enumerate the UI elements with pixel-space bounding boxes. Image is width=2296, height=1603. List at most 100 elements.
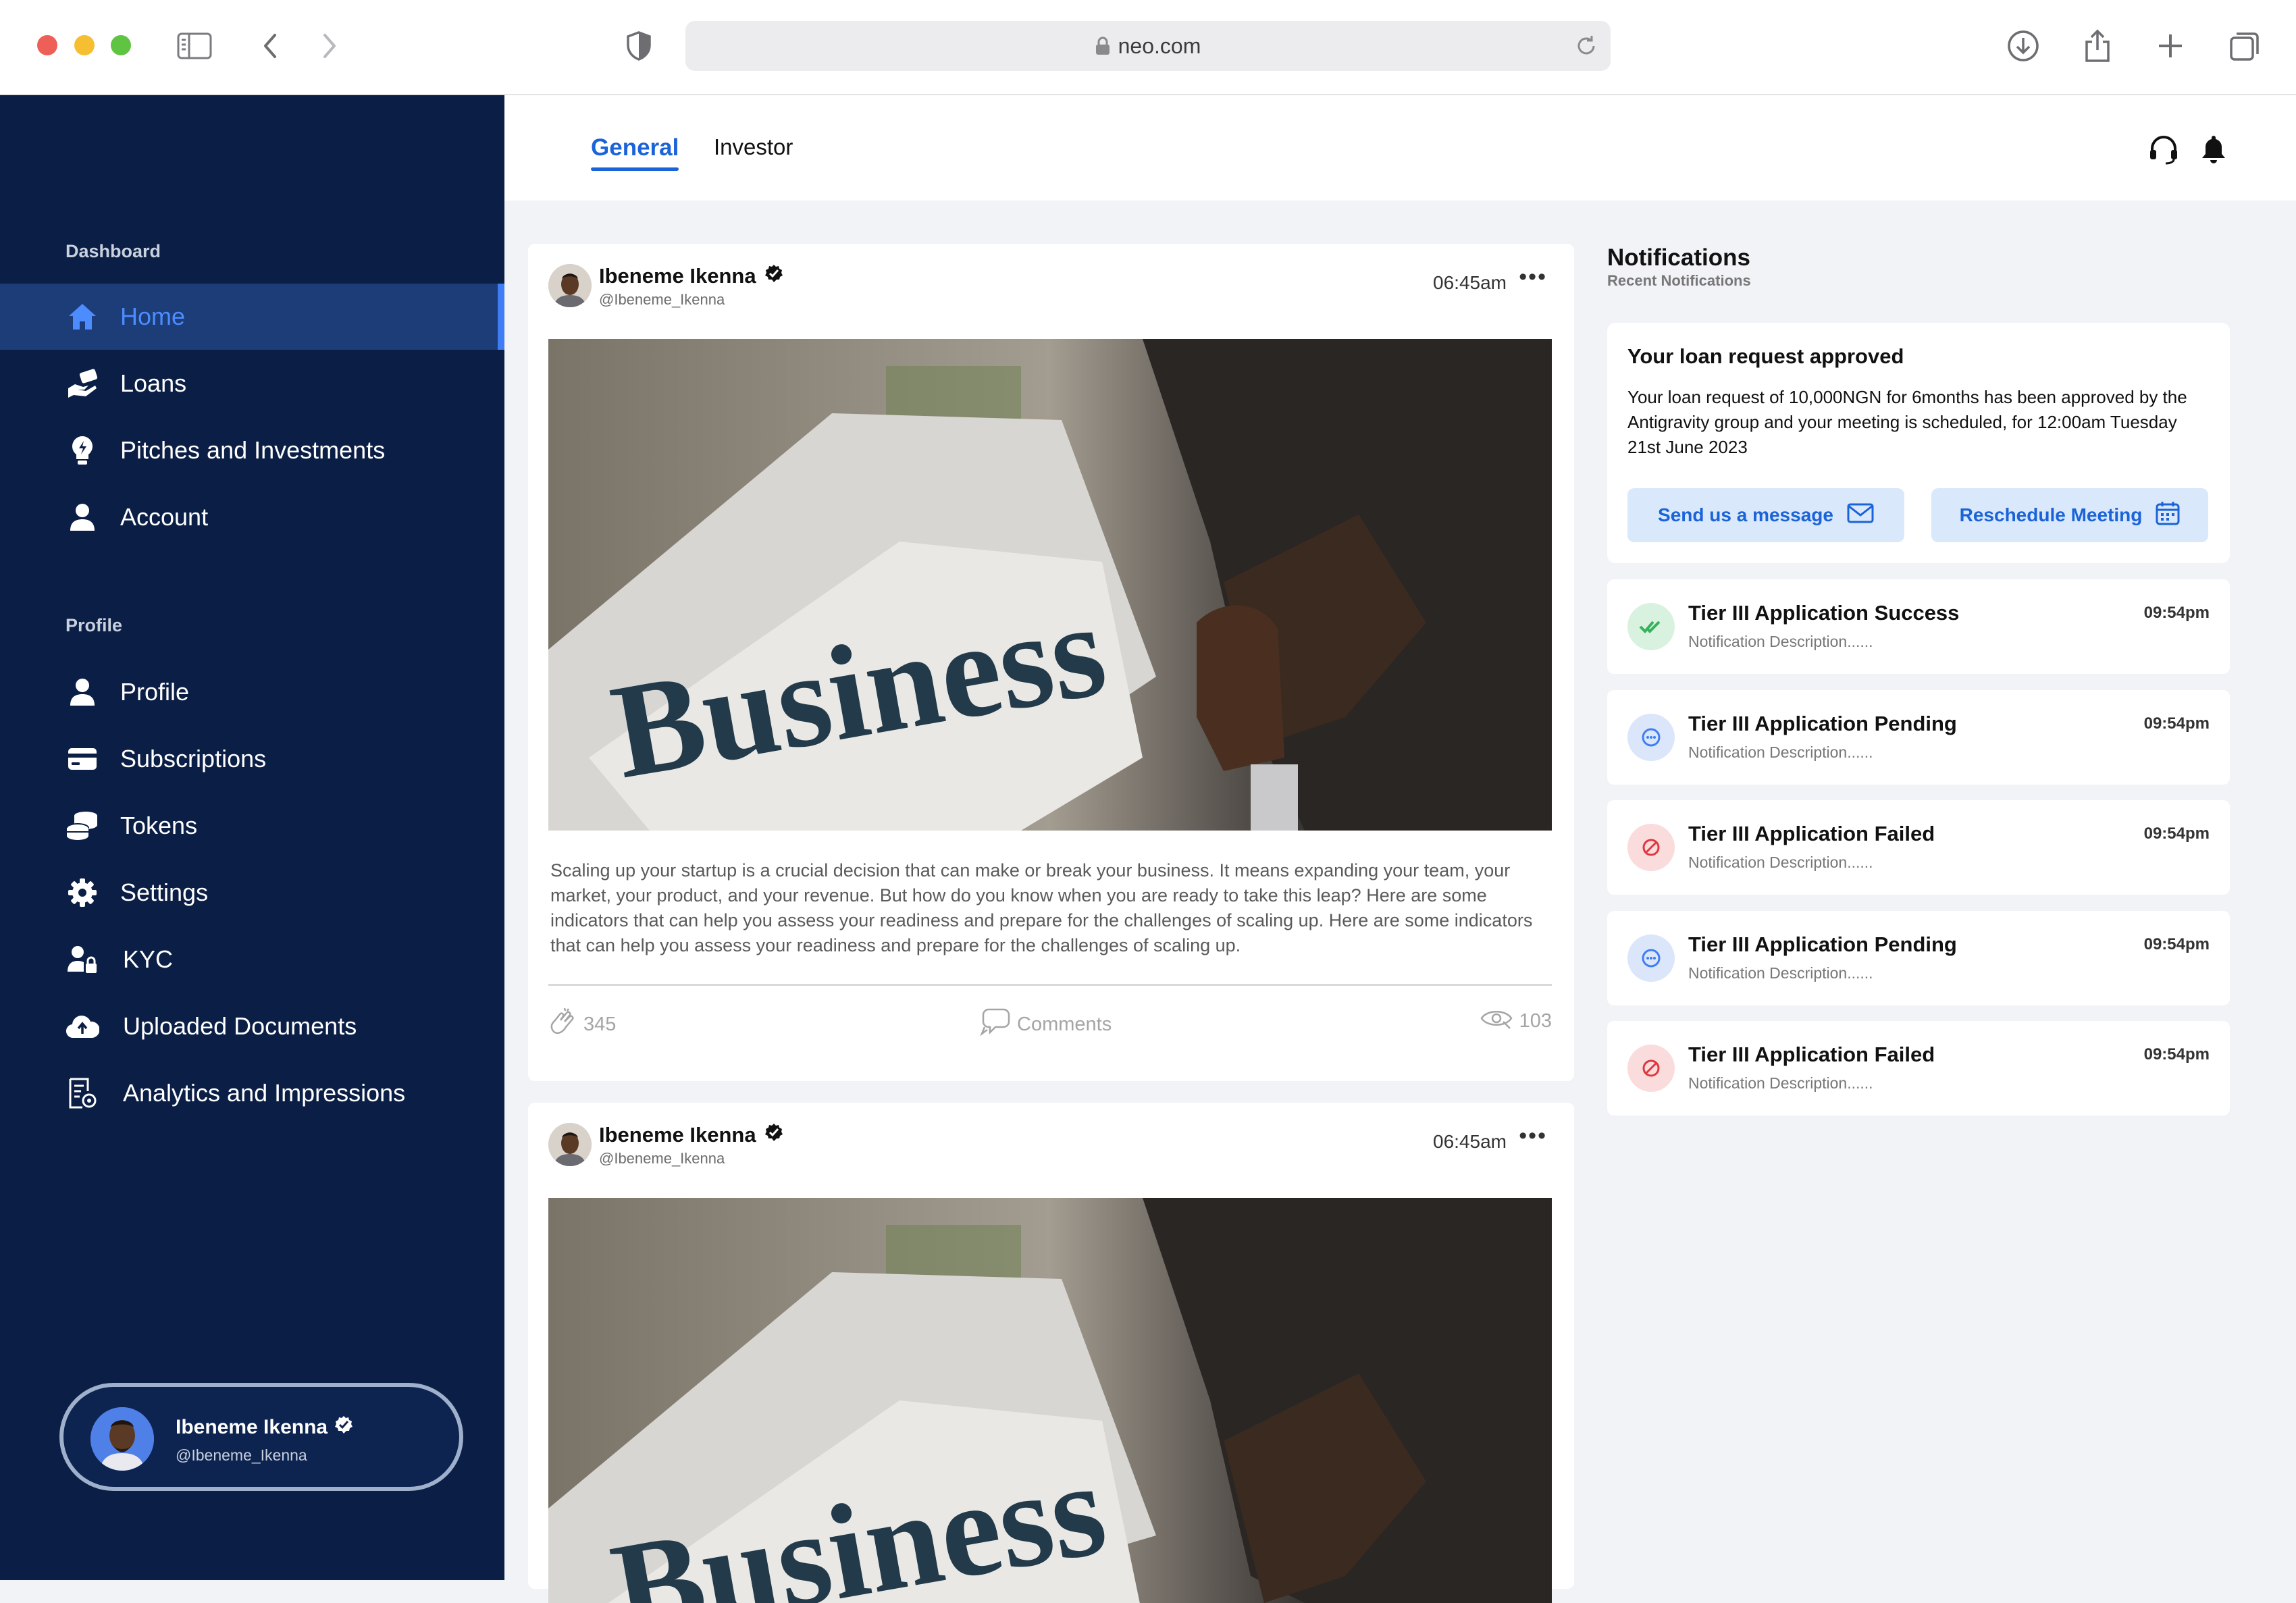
sidebar-item-label: Tokens (120, 812, 198, 839)
gear-icon (66, 876, 99, 910)
comments-label: Comments (1017, 1013, 1112, 1035)
headset-icon[interactable] (2145, 130, 2183, 168)
notifications-title: Notifications (1607, 244, 1750, 271)
sidebar-item-label: Account (120, 503, 209, 531)
sidebar-item-profile[interactable]: Profile (0, 659, 504, 725)
notification-title: Tier III Application Failed (1688, 822, 1935, 845)
sidebar-item-label: Pitches and Investments (120, 436, 386, 464)
privacy-shield-icon[interactable] (620, 27, 658, 65)
notifications-subtitle: Recent Notifications (1607, 272, 1751, 289)
sidebar-item-loans[interactable]: Loans (0, 350, 504, 417)
notification-time: 09:54pm (2143, 604, 2210, 622)
more-options-icon[interactable]: ••• (1519, 1123, 1547, 1149)
address-bar[interactable]: neo.com (685, 21, 1611, 71)
sidebar-item-label: Analytics and Impressions (123, 1079, 406, 1107)
send-message-button[interactable]: Send us a message (1627, 488, 1904, 542)
notification-title: Tier III Application Pending (1688, 712, 1957, 735)
notification-description: Notification Description...... (1688, 743, 1873, 761)
send-message-label: Send us a message (1658, 504, 1833, 525)
share-icon[interactable] (2079, 27, 2116, 65)
sidebar-item-home[interactable]: Home (0, 284, 504, 350)
notification-item[interactable]: Tier III Application Failed Notification… (1607, 800, 2230, 895)
sidebar-toggle-icon[interactable] (176, 27, 213, 65)
post-handle: @Ibeneme_Ikenna (599, 291, 725, 308)
sidebar-item-label: Settings (120, 878, 209, 906)
more-options-icon[interactable]: ••• (1519, 264, 1547, 290)
calendar-icon (2156, 501, 2180, 530)
browser-toolbar: neo.com (0, 0, 2296, 95)
sidebar-item-subscriptions[interactable]: Subscriptions (0, 726, 504, 792)
mail-icon (1847, 503, 1874, 528)
notification-time: 09:54pm (2143, 935, 2210, 953)
notification-item[interactable]: Tier III Application Pending Notificatio… (1607, 690, 2230, 785)
notification-item[interactable]: Tier III Application Failed Notification… (1607, 1021, 2230, 1115)
divider (548, 984, 1552, 986)
user-profile-card[interactable]: Ibeneme Ikenna @Ibeneme_Ikenna (59, 1383, 463, 1491)
sidebar-item-tokens[interactable]: Tokens (0, 793, 504, 859)
analytics-icon (66, 1076, 99, 1110)
sidebar-item-account[interactable]: Account (0, 484, 504, 550)
avatar[interactable] (548, 264, 592, 307)
lightbulb-icon (66, 433, 99, 467)
sidebar-item-kyc[interactable]: KYC (0, 926, 504, 993)
loans-icon (66, 367, 99, 400)
sidebar-item-pitches[interactable]: Pitches and Investments (0, 417, 504, 483)
post-time: 06:45am (1433, 1131, 1507, 1152)
notification-time: 09:54pm (2143, 824, 2210, 843)
close-window-button[interactable] (37, 35, 57, 55)
tab-investor[interactable]: Investor (714, 134, 793, 160)
post-image[interactable]: Business (548, 339, 1552, 831)
post-time: 06:45am (1433, 272, 1507, 293)
coins-icon (66, 809, 99, 843)
tab-general[interactable]: General (591, 134, 679, 171)
sidebar-item-uploaded-documents[interactable]: Uploaded Documents (0, 993, 504, 1059)
sidebar-section-profile: Profile (66, 615, 123, 635)
cloud-upload-icon (66, 1009, 99, 1043)
maximize-window-button[interactable] (111, 35, 131, 55)
notification-time: 09:54pm (2143, 1045, 2210, 1063)
notification-title: Tier III Application Failed (1688, 1043, 1935, 1066)
notification-item[interactable]: Tier III Application Success Notificatio… (1607, 579, 2230, 674)
notification-description: Notification Description...... (1688, 633, 1873, 650)
new-tab-icon[interactable] (2151, 27, 2189, 65)
success-check-icon (1627, 603, 1675, 650)
notification-item[interactable]: Tier III Application Pending Notificatio… (1607, 911, 2230, 1005)
forward-arrow-icon[interactable] (311, 27, 348, 65)
sidebar-item-analytics[interactable]: Analytics and Impressions (0, 1060, 504, 1126)
user-icon (66, 500, 99, 534)
minimize-window-button[interactable] (74, 35, 95, 55)
lock-icon (1095, 36, 1110, 55)
home-icon (66, 300, 99, 334)
verified-badge-icon (764, 1123, 783, 1147)
post-body-text: Scaling up your startup is a crucial dec… (550, 860, 1533, 955)
comments-button[interactable]: Comments (979, 1007, 1112, 1042)
top-bar: General Investor (504, 95, 2296, 201)
post-image[interactable]: Business (548, 1198, 1552, 1603)
clap-stat[interactable]: 345 (548, 1007, 616, 1042)
pending-icon (1627, 714, 1675, 761)
sidebar-item-label: Loans (120, 369, 187, 397)
post-author[interactable]: Ibeneme Ikenna (599, 1123, 783, 1147)
avatar[interactable] (548, 1123, 592, 1166)
post-author[interactable]: Ibeneme Ikenna (599, 264, 783, 288)
download-icon[interactable] (2004, 27, 2042, 65)
user-icon (66, 675, 99, 709)
sidebar: Dashboard Home Loans Pitches and Investm… (0, 95, 504, 1580)
notification-time: 09:54pm (2143, 714, 2210, 733)
loan-card-body: Your loan request of 10,000NGN for 6mont… (1627, 387, 2187, 457)
tab-overview-icon[interactable] (2226, 27, 2264, 65)
url-text: neo.com (1118, 33, 1201, 58)
reschedule-meeting-button[interactable]: Reschedule Meeting (1931, 488, 2208, 542)
sidebar-item-settings[interactable]: Settings (0, 860, 504, 926)
bell-icon[interactable] (2195, 130, 2233, 168)
verified-badge-icon (764, 264, 783, 288)
user-lock-icon (66, 943, 99, 976)
card-icon (66, 742, 99, 776)
post-author-name: Ibeneme Ikenna (599, 1123, 756, 1147)
sidebar-item-label: KYC (123, 945, 174, 973)
back-arrow-icon[interactable] (251, 27, 289, 65)
loan-card-title: Your loan request approved (1627, 344, 1904, 368)
reload-icon[interactable] (1574, 34, 1598, 61)
views-stat: 103 (1480, 1007, 1552, 1035)
clap-count: 345 (583, 1013, 617, 1035)
